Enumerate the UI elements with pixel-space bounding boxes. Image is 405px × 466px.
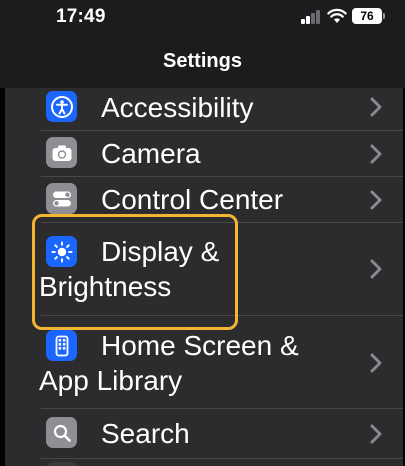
settings-row-camera[interactable]: Camera [5,131,403,177]
accessibility-icon [46,91,77,122]
settings-row-search[interactable]: Search [5,409,403,459]
home-screen-icon [46,330,77,361]
settings-row-next[interactable] [5,459,403,466]
cellular-signal-icon [301,10,323,24]
battery-indicator: 76 [352,8,382,24]
chevron-right-icon [370,97,382,117]
page-title: Settings [163,50,242,72]
chevron-right-icon [370,144,382,164]
search-icon [46,417,77,448]
settings-row-accessibility[interactable]: Accessibility [5,88,403,134]
settings-screen: 17:49 76 Settings Accessibility Camera C… [0,0,405,466]
settings-row-label: Search [101,418,190,449]
battery-cap [383,13,385,19]
status-bar: 17:49 76 [0,0,405,36]
camera-icon [46,137,77,168]
settings-row-label: Accessibility [101,92,254,123]
chevron-right-icon [370,190,382,210]
control-center-icon [46,183,77,214]
settings-row-label: Control Center [101,184,284,215]
chevron-right-icon [370,424,382,444]
settings-row-label-line2: App Library [39,365,183,396]
status-time: 17:49 [56,6,106,27]
wifi-icon [327,8,347,23]
chevron-right-icon [370,353,382,373]
settings-row-label-line1: Home Screen & [101,330,299,361]
highlight-box [32,214,238,330]
settings-row-label: Camera [101,138,201,169]
chevron-right-icon [370,259,382,279]
next-row-icon [46,462,77,466]
